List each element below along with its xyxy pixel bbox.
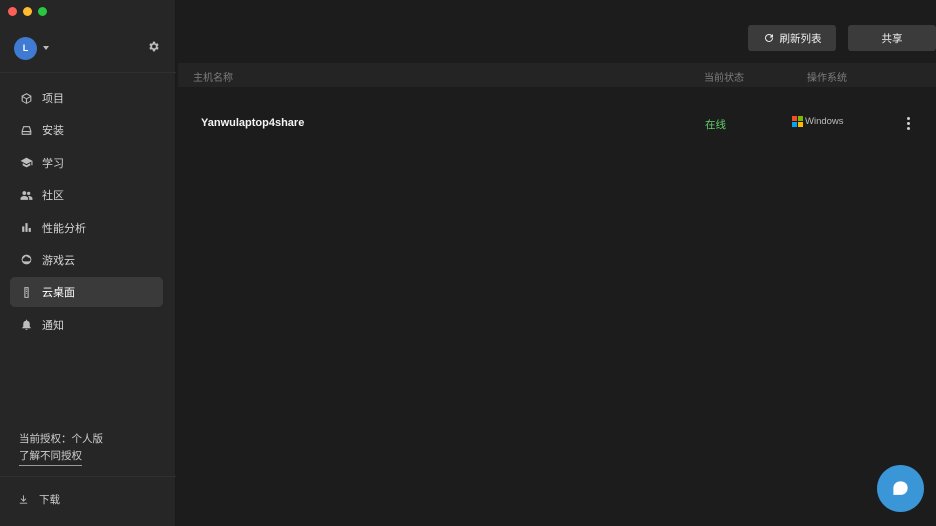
cloud-icon (19, 253, 33, 267)
close-window-button[interactable] (8, 7, 17, 16)
chat-support-button[interactable] (877, 465, 924, 512)
gear-icon[interactable] (147, 40, 160, 56)
share-button[interactable]: 共享 (848, 25, 936, 51)
windows-logo-icon (792, 116, 803, 127)
download-button[interactable]: 下载 (18, 492, 60, 507)
main-content: 刷新列表 共享 主机名称 当前状态 操作系统 Yanwulaptop4share… (176, 0, 936, 526)
refresh-icon (764, 33, 773, 42)
table-row[interactable]: Yanwulaptop4share 在线 Windows (176, 108, 936, 138)
sidebar-item-label: 安装 (42, 125, 64, 138)
download-label: 下载 (39, 494, 60, 506)
column-header-os: 操作系统 (807, 73, 847, 84)
minimize-window-button[interactable] (23, 7, 32, 16)
status-badge: 在线 (705, 119, 726, 131)
more-options-icon[interactable] (907, 117, 910, 130)
drive-icon (19, 123, 33, 137)
sidebar-item-cloud-desktop[interactable]: 云桌面 (10, 277, 163, 308)
divider (0, 476, 176, 477)
download-icon (19, 495, 28, 504)
host-name: Yanwulaptop4share (201, 117, 305, 129)
refresh-list-label: 刷新列表 (779, 32, 822, 45)
bell-icon (19, 318, 33, 332)
zoom-window-button[interactable] (38, 7, 47, 16)
sidebar-item-game-cloud[interactable]: 游戏云 (10, 245, 163, 275)
sidebar-item-label: 社区 (42, 190, 64, 203)
sidebar-item-label: 游戏云 (42, 254, 75, 267)
sidebar-nav: 项目 安装 学习 社区 性能分析 游戏云 云桌面 通知 (10, 83, 163, 342)
refresh-list-button[interactable]: 刷新列表 (748, 25, 836, 51)
column-header-status: 当前状态 (704, 73, 744, 84)
license-compare-link[interactable]: 了解不同授权 (19, 448, 82, 466)
divider (0, 72, 176, 73)
cube-icon (19, 91, 33, 105)
window-controls (8, 7, 47, 16)
license-status: 当前授权：个人版 (19, 433, 103, 445)
column-header-host: 主机名称 (193, 73, 233, 84)
sidebar-item-label: 通知 (42, 319, 64, 332)
bar-chart-icon (19, 221, 33, 235)
sidebar-item-label: 项目 (42, 93, 64, 105)
sidebar-item-community[interactable]: 社区 (10, 180, 163, 210)
user-menu[interactable]: L (14, 36, 162, 60)
os-cell: Windows (792, 116, 844, 127)
sidebar-item-install[interactable]: 安装 (10, 115, 163, 145)
graduation-cap-icon (19, 156, 33, 170)
sidebar-item-projects[interactable]: 项目 (10, 83, 163, 113)
avatar[interactable]: L (14, 36, 37, 60)
chevron-down-icon[interactable] (43, 46, 49, 50)
chat-bubble-icon (893, 481, 908, 495)
remote-icon (19, 285, 33, 299)
sidebar-item-learn[interactable]: 学习 (10, 148, 163, 178)
sidebar-item-label: 学习 (42, 157, 64, 170)
sidebar: L 项目 安装 学习 社区 性能分析 游戏云 云桌面 通知 当前授权：个人版 了… (0, 0, 176, 526)
share-label: 共享 (881, 32, 903, 45)
sidebar-item-label: 性能分析 (42, 222, 86, 235)
sidebar-item-notifications[interactable]: 通知 (10, 310, 163, 340)
people-icon (19, 188, 33, 202)
table-header: 主机名称 当前状态 操作系统 (178, 63, 936, 87)
os-name: Windows (805, 116, 844, 127)
sidebar-item-label: 云桌面 (42, 287, 75, 300)
sidebar-item-performance[interactable]: 性能分析 (10, 213, 163, 243)
